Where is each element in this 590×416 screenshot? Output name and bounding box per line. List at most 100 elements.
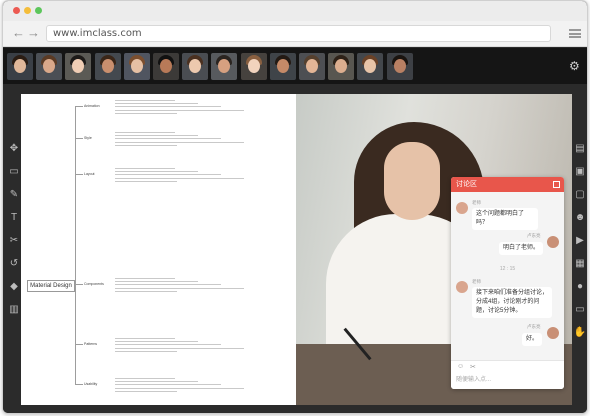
participant-thumbnail[interactable] (65, 53, 92, 80)
message-bubble: 接下来咱们准备分组讨论，分成4组，讨论刚才的问题，讨论5分钟。 (472, 287, 552, 318)
participant-face (189, 59, 202, 73)
participant-thumbnail[interactable] (269, 53, 296, 80)
mindmap-leaf (115, 174, 221, 175)
participant-face (72, 59, 85, 73)
mindmap-leaf (115, 284, 221, 285)
address-bar[interactable]: www.imclass.com (46, 25, 551, 42)
arrow-left-icon[interactable]: ← (12, 25, 25, 41)
participant-face (393, 59, 406, 73)
mindmap-leaf (115, 287, 244, 289)
mindmap-leaf (115, 109, 244, 111)
title-bar (3, 1, 587, 21)
participant-face (306, 59, 318, 73)
message-sender: 老师 (472, 200, 481, 205)
participant-thumbnail[interactable] (94, 53, 121, 80)
arrow-right-icon[interactable]: → (27, 25, 40, 41)
mindmap-leaf (115, 387, 244, 389)
participant-face (276, 59, 289, 73)
mindmap-leaf (115, 180, 177, 182)
participant-thumbnail[interactable] (153, 53, 179, 80)
mindmap-branch-node: Style (84, 136, 92, 140)
mindmap-leaf (115, 344, 221, 345)
participant-face (218, 59, 231, 73)
mindmap-root-node: Material Design (27, 280, 75, 292)
mindmap-leaf (115, 100, 175, 101)
mindmap-connector (75, 138, 83, 139)
participant-thumbnail[interactable] (299, 53, 325, 80)
mindmap-leaf (115, 106, 221, 107)
message-list: 老师 这个问题都明白了吗？ 卢东亮 明白了老师。 12 : 15 老师 接下来咱… (451, 192, 564, 360)
mindmap-branch-node: Components (84, 282, 104, 286)
whiteboard-icon[interactable]: ▢ (571, 186, 587, 204)
chat-composer: ☺ ✂ 随便输入点... (451, 360, 564, 389)
message-bubble: 好。 (522, 333, 542, 346)
participant-thumbnail[interactable] (7, 53, 33, 80)
person-face (384, 142, 440, 220)
mindmap-leaf (115, 278, 175, 279)
participant-thumbnail[interactable] (240, 53, 267, 80)
mindmap-connector (75, 286, 76, 384)
grid-icon[interactable]: ▦ (571, 255, 587, 273)
mindmap-leaf (115, 138, 221, 139)
mindmap-leaf (115, 171, 198, 172)
participant-thumbnail[interactable] (36, 53, 63, 80)
mindmap-connector (75, 284, 83, 285)
mindmap-leaf (115, 112, 177, 114)
participant-face (101, 59, 114, 73)
participant-face (335, 59, 348, 73)
avatar (547, 236, 559, 248)
participant-face (364, 59, 377, 73)
message-bubble: 这个问题都明白了吗？ (472, 208, 538, 230)
message-bubble: 明白了老师。 (499, 242, 543, 255)
chat-icon[interactable]: ▭ (571, 301, 587, 319)
mindmap-branch-node: Patterns (84, 342, 98, 346)
mindmap-connector (75, 384, 83, 385)
message-timestamp: 12 : 15 (499, 266, 516, 272)
close-window-button[interactable] (13, 7, 20, 14)
avatar (456, 281, 468, 293)
participant-thumbnail[interactable] (211, 53, 238, 80)
emoji-icon[interactable]: ☺ (457, 363, 464, 370)
expand-icon[interactable] (553, 181, 560, 188)
mindmap-slide: Material Design Animation Style Layout Comp… (21, 94, 296, 405)
minimize-window-button[interactable] (24, 7, 31, 14)
mindmap-leaf (115, 132, 175, 133)
mindmap-leaf (115, 338, 175, 339)
browser-window: ← → www.imclass.com ⚙ ✥ ▭ ✎ T ✂ ↺ ◆ ▥ Material … (2, 0, 588, 414)
mindmap-leaf (115, 177, 244, 179)
participant-strip (3, 48, 587, 84)
scissors-icon[interactable]: ✂ (470, 363, 476, 371)
discussion-header: 讨论区 (451, 177, 564, 192)
gear-icon[interactable]: ⚙ (569, 60, 580, 72)
screen-icon[interactable]: ▣ (571, 163, 587, 181)
video-icon[interactable]: ▶ (571, 232, 587, 250)
participant-thumbnail[interactable] (123, 53, 150, 80)
maximize-window-button[interactable] (35, 7, 42, 14)
discussion-title: 讨论区 (456, 181, 477, 188)
mindmap-leaf (115, 381, 198, 382)
document-icon[interactable]: ▤ (571, 140, 587, 158)
message-sender: 卢东亮 (527, 233, 541, 238)
participant-thumbnail[interactable] (386, 53, 413, 80)
mindmap-leaf (115, 384, 221, 385)
participant-thumbnail[interactable] (357, 53, 384, 80)
mindmap-connector (75, 174, 83, 175)
mindmap-leaf (115, 144, 177, 146)
mindmap-connector (75, 174, 76, 286)
mindmap-branch-node: Animation (84, 104, 100, 108)
mindmap-connector (75, 106, 83, 107)
people-icon[interactable]: ☻ (571, 209, 587, 227)
mindmap-leaf (115, 378, 175, 379)
participant-face (43, 59, 56, 73)
navigation-bar: ← → www.imclass.com (3, 21, 587, 47)
participant-thumbnail[interactable] (182, 53, 209, 80)
mic-icon[interactable]: ● (571, 278, 587, 296)
participant-thumbnail[interactable] (328, 53, 355, 80)
hamburger-menu-icon[interactable] (569, 29, 581, 38)
hand-icon[interactable]: ✋ (571, 324, 587, 342)
participant-face (14, 59, 26, 73)
mindmap-branch-node: Layout (84, 172, 95, 176)
mindmap-leaf (115, 290, 177, 292)
participant-face (130, 59, 143, 73)
chat-input[interactable]: 随便输入点... (456, 374, 556, 386)
